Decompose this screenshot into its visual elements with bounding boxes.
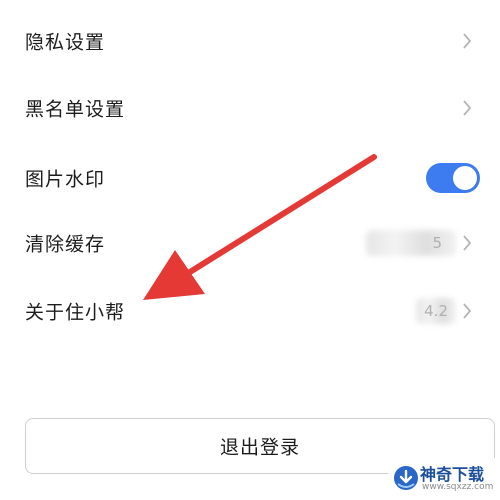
settings-row-label: 关于住小帮 [25, 301, 126, 324]
settings-row-label: 图片水印 [25, 168, 106, 191]
settings-row-image-watermark: 图片水印 [0, 145, 500, 211]
toggle-knob [453, 166, 477, 190]
watermark-url: www.sqxzz.com [422, 482, 494, 492]
settings-row-blacklist[interactable]: 黑名单设置 [0, 75, 500, 141]
settings-row-label: 隐私设置 [25, 31, 106, 54]
chevron-right-icon [463, 100, 472, 116]
settings-row-label: 清除缓存 [25, 233, 106, 256]
settings-row-clear-cache[interactable]: 清除缓存 5 [0, 210, 500, 276]
blurred-cache-size [366, 230, 456, 256]
chevron-right-icon [463, 33, 472, 49]
chevron-right-icon [463, 235, 472, 251]
download-logo-icon [394, 466, 418, 490]
settings-row-label: 黑名单设置 [25, 98, 126, 121]
logout-label: 退出登录 [219, 436, 300, 459]
chevron-right-icon [463, 303, 472, 319]
settings-row-about[interactable]: 关于住小帮 4.2 [0, 278, 500, 344]
cache-size-value: 5 [432, 234, 442, 252]
image-watermark-toggle[interactable] [426, 163, 480, 193]
settings-row-privacy[interactable]: 隐私设置 [0, 8, 500, 74]
site-watermark: 神奇下载 www.sqxzz.com [388, 458, 500, 500]
app-version-value: 4.2 [424, 302, 448, 320]
